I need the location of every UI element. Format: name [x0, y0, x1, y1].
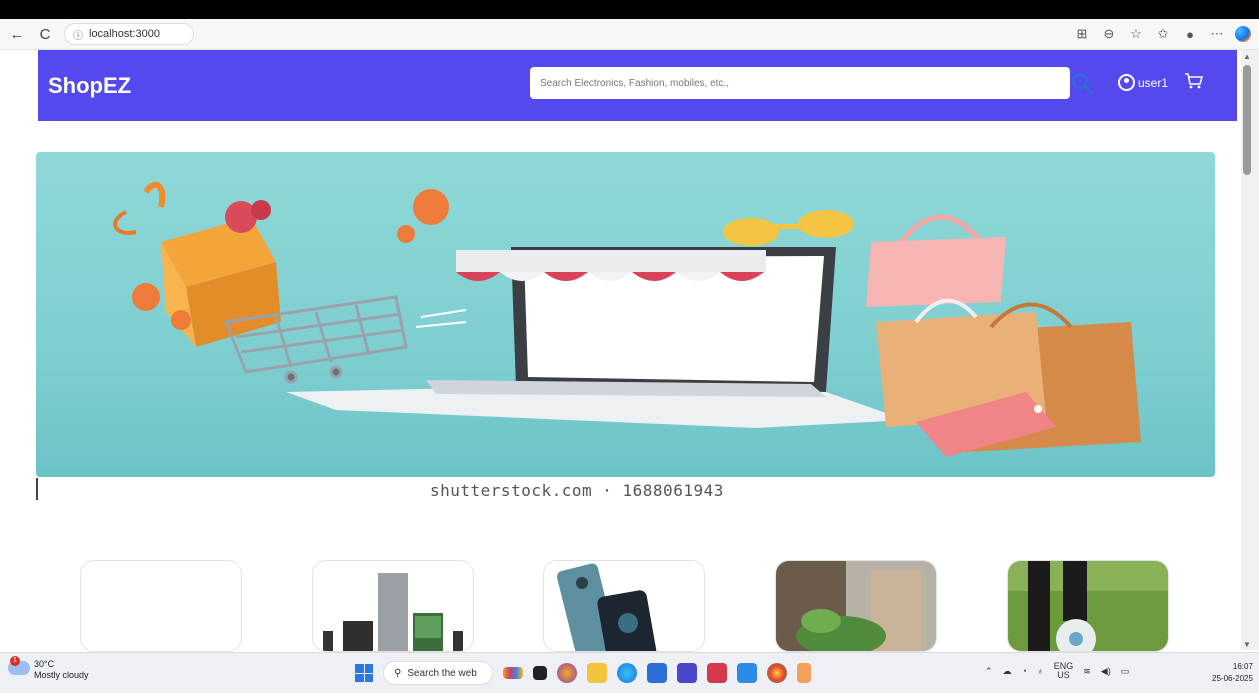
- handbag-icon: [866, 214, 1006, 307]
- mobiles-image: [557, 563, 657, 651]
- task-view-icon[interactable]: [533, 666, 547, 680]
- chrome-icon[interactable]: [767, 663, 787, 683]
- laptop-icon: [286, 247, 906, 428]
- mic-icon[interactable]: ♁: [1037, 666, 1044, 676]
- groceries-image: [776, 561, 936, 651]
- edge-icon[interactable]: [617, 663, 637, 683]
- banner-divider: [36, 478, 38, 500]
- banner-watermark: shutterstock.com · 1688061943: [430, 481, 724, 500]
- vscode-icon[interactable]: [737, 663, 757, 683]
- category-card-mobiles[interactable]: [543, 560, 705, 652]
- favorites-icon[interactable]: ✩: [1154, 26, 1172, 42]
- git-icon[interactable]: [797, 663, 811, 683]
- sports-image: [1008, 561, 1168, 651]
- os-taskbar: 1 30°C Mostly cloudy ⚲ Search the web ⌃ …: [0, 652, 1259, 693]
- cloud-sync-icon[interactable]: ☁: [1003, 666, 1012, 677]
- mail-app-icon[interactable]: [707, 663, 727, 683]
- chevron-up-icon[interactable]: ⌃: [985, 666, 993, 677]
- category-card-electronics[interactable]: [312, 560, 474, 652]
- volume-icon[interactable]: ◀): [1101, 666, 1111, 677]
- back-icon[interactable]: ←: [6, 23, 28, 45]
- user-menu[interactable]: user1: [1118, 74, 1168, 91]
- category-card-groceries[interactable]: [775, 560, 937, 652]
- profile-icon[interactable]: ●: [1181, 27, 1199, 42]
- scrollbar-thumb[interactable]: [1243, 65, 1251, 175]
- banner-illustration: [113, 181, 1141, 457]
- weather-temp: 30°C: [34, 659, 55, 669]
- address-text: localhost:3000: [89, 28, 160, 40]
- copilot-icon[interactable]: [1235, 26, 1251, 42]
- search-button[interactable]: [1062, 67, 1102, 99]
- hero-banner[interactable]: [36, 152, 1215, 477]
- category-card-sports[interactable]: [1007, 560, 1169, 652]
- gift-box-icon: [113, 181, 281, 347]
- brand-logo[interactable]: ShopEZ: [48, 73, 131, 99]
- taskbar-clock[interactable]: 16:07 25-06-2025: [1212, 661, 1253, 685]
- window-top-strip: [0, 0, 1259, 19]
- info-icon: ⓘ: [73, 30, 83, 42]
- browser-toolbar: ← C ⓘ localhost:3000 ⊞ ⊖ ☆ ✩ ● ⋯: [0, 19, 1259, 50]
- weather-alert-badge: 1: [10, 656, 20, 666]
- scroll-up-icon[interactable]: ▲: [1243, 52, 1251, 61]
- wifi-icon[interactable]: ≋: [1083, 666, 1091, 677]
- apps-icon[interactable]: ⊞: [1073, 26, 1091, 42]
- favorite-icon[interactable]: ☆: [1127, 26, 1145, 42]
- address-bar[interactable]: ⓘ localhost:3000: [64, 23, 194, 45]
- taskbar-search-label: Search the web: [407, 667, 477, 679]
- taskbar-search[interactable]: ⚲ Search the web: [383, 661, 493, 685]
- drive-icon[interactable]: ◔: [1022, 666, 1027, 676]
- reload-icon[interactable]: C: [34, 23, 56, 45]
- taskbar-apps: ⚲ Search the web: [355, 661, 811, 685]
- browser-actions: ⊞ ⊖ ☆ ✩ ● ⋯: [1073, 26, 1251, 42]
- cart-icon[interactable]: [1184, 72, 1204, 95]
- user-label: user1: [1138, 75, 1169, 90]
- widgets-icon[interactable]: [503, 667, 523, 679]
- electronics-image: [323, 573, 463, 651]
- start-button[interactable]: [355, 664, 373, 682]
- store-icon[interactable]: [647, 663, 667, 683]
- sunglasses-icon: [723, 210, 854, 246]
- app-icon[interactable]: [677, 663, 697, 683]
- battery-icon[interactable]: ▭: [1121, 666, 1130, 677]
- copilot-app-icon[interactable]: [557, 663, 577, 683]
- system-tray: ⌃ ☁ ◔ ♁ ENG US ≋ ◀) ▭: [985, 662, 1129, 680]
- scroll-down-icon[interactable]: ▼: [1243, 640, 1251, 649]
- search-icon: ⚲: [394, 667, 402, 679]
- clock-date: 25-06-2025: [1212, 674, 1253, 683]
- lang-bottom: US: [1057, 670, 1070, 680]
- search-input[interactable]: Search Electronics, Fashion, mobiles, et…: [530, 67, 1070, 99]
- weather-desc: Mostly cloudy: [34, 670, 89, 680]
- file-explorer-icon[interactable]: [587, 663, 607, 683]
- more-icon[interactable]: ⋯: [1208, 26, 1226, 42]
- category-card[interactable]: [80, 560, 242, 652]
- weather-widget[interactable]: 1 30°C Mostly cloudy: [8, 656, 89, 681]
- app-header: ShopEZ Search Electronics, Fashion, mobi…: [38, 50, 1237, 121]
- language-indicator[interactable]: ENG US: [1054, 662, 1074, 680]
- user-icon: [1118, 74, 1135, 91]
- clock-time: 16:07: [1232, 662, 1253, 671]
- zoom-icon[interactable]: ⊖: [1100, 26, 1118, 42]
- search-icon: [1072, 73, 1093, 94]
